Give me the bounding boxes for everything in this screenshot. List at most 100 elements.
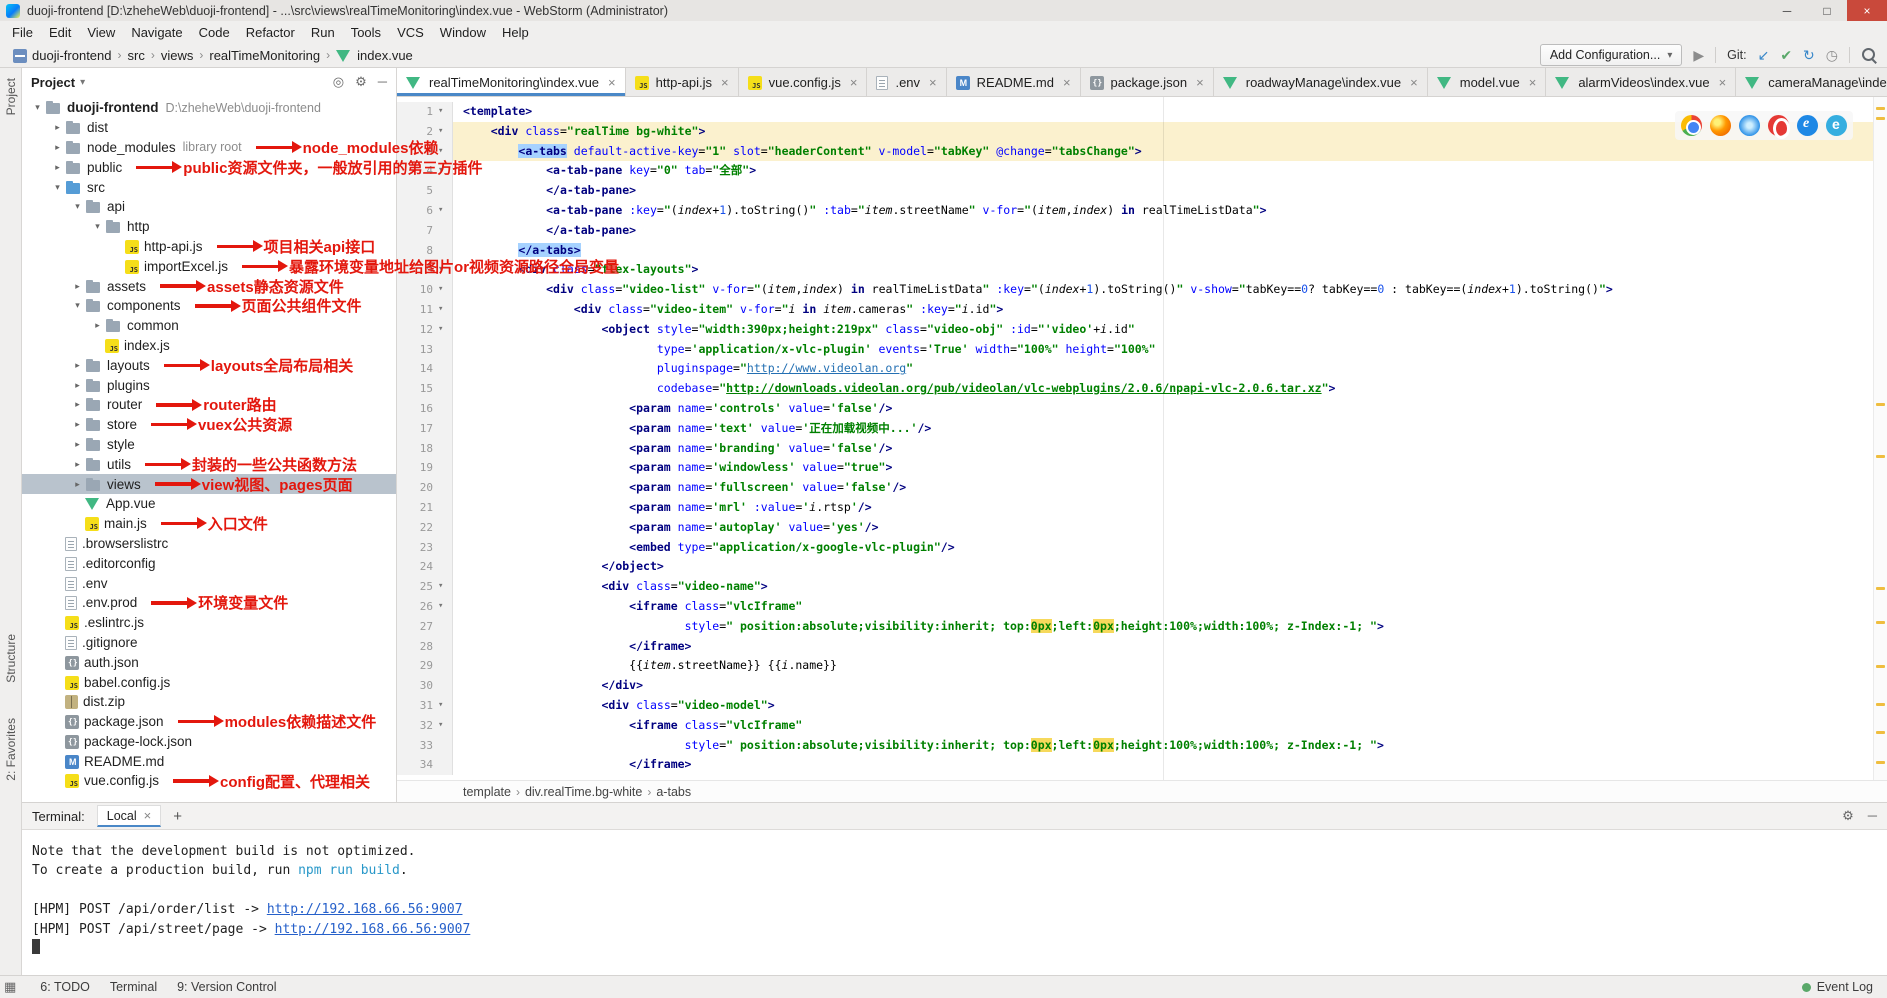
close-icon[interactable]: ×: [608, 75, 616, 90]
tree-item[interactable]: auth.json: [22, 652, 396, 672]
code-line[interactable]: 21 <param name='mrl' :value='i.rtsp'/>: [397, 498, 1887, 518]
status-todo[interactable]: 6: TODO: [40, 980, 90, 994]
tree-item[interactable]: ▸style: [22, 435, 396, 455]
terminal-output[interactable]: Note that the development build is not o…: [22, 830, 1887, 977]
tree-item[interactable]: .env: [22, 573, 396, 593]
tree-item[interactable]: ▸viewsview视图、pages页面: [22, 474, 396, 494]
close-button[interactable]: ×: [1847, 0, 1887, 21]
fold-icon[interactable]: ▾: [438, 716, 452, 736]
close-icon[interactable]: ×: [850, 75, 858, 90]
run-button[interactable]: ▶: [1693, 47, 1704, 64]
code-line[interactable]: 12▾ <object style="width:390px;height:21…: [397, 320, 1887, 340]
code-editor[interactable]: 1▾<template>2▾ <div class="realTime bg-w…: [397, 97, 1887, 780]
tree-item[interactable]: ▸storevuex公共资源: [22, 415, 396, 435]
git-update-button[interactable]: ↙: [1758, 47, 1770, 64]
code-line[interactable]: 23 <embed type="application/x-google-vlc…: [397, 538, 1887, 558]
tree-item[interactable]: main.js入口文件: [22, 514, 396, 534]
code-line[interactable]: 10▾ <div class="video-list" v-for="(item…: [397, 280, 1887, 300]
code-line[interactable]: 27 style=" position:absolute;visibility:…: [397, 617, 1887, 637]
chevron-down-icon[interactable]: ▾: [90, 221, 105, 232]
fold-icon[interactable]: ▾: [438, 320, 452, 340]
tree-item[interactable]: App.vue: [22, 494, 396, 514]
close-icon[interactable]: ×: [1529, 75, 1537, 90]
locate-file-icon[interactable]: ◎: [333, 74, 344, 90]
editor-tab[interactable]: package.json×: [1081, 68, 1214, 96]
code-line[interactable]: 2▾ <div class="realTime bg-white">: [397, 122, 1887, 142]
tree-item[interactable]: dist.zip: [22, 692, 396, 712]
code-line[interactable]: 9▾ <div class="flex-layouts">: [397, 260, 1887, 280]
chevron-right-icon[interactable]: ▸: [70, 419, 85, 430]
menu-view[interactable]: View: [79, 23, 123, 42]
tree-item[interactable]: ▸utils封装的一些公共函数方法: [22, 454, 396, 474]
chevron-right-icon[interactable]: ▸: [70, 399, 85, 410]
status-version-control[interactable]: 9: Version Control: [177, 980, 276, 994]
settings-gear-icon[interactable]: ⚙: [355, 74, 367, 90]
hide-panel-icon[interactable]: ─: [378, 74, 387, 90]
menu-file[interactable]: File: [4, 23, 41, 42]
breadcrumb-item[interactable]: realTimeMonitoring: [206, 47, 323, 64]
terminal-tab-local[interactable]: Local ×: [97, 805, 161, 827]
fold-icon[interactable]: ▾: [438, 280, 452, 300]
menu-edit[interactable]: Edit: [41, 23, 79, 42]
chevron-down-icon[interactable]: ▾: [30, 102, 45, 113]
code-line[interactable]: 7 </a-tab-pane>: [397, 221, 1887, 241]
project-panel-title[interactable]: Project: [31, 75, 75, 90]
fold-icon[interactable]: ▾: [438, 696, 452, 716]
code-breadcrumb[interactable]: template: [461, 785, 513, 799]
code-line[interactable]: 34 </iframe>: [397, 755, 1887, 775]
editor-tab[interactable]: model.vue×: [1428, 68, 1547, 96]
tree-item[interactable]: .eslintrc.js: [22, 613, 396, 633]
code-line[interactable]: 18 <param name='branding' value='false'/…: [397, 439, 1887, 459]
code-breadcrumb[interactable]: div.realTime.bg-white: [523, 785, 644, 799]
chevron-right-icon[interactable]: ▸: [50, 122, 65, 133]
code-line[interactable]: 30 </div>: [397, 676, 1887, 696]
tree-item[interactable]: ▸dist: [22, 118, 396, 138]
editor-area[interactable]: 1▾<template>2▾ <div class="realTime bg-w…: [397, 97, 1887, 780]
tree-item[interactable]: .env.prod环境变量文件: [22, 593, 396, 613]
menu-vcs[interactable]: VCS: [389, 23, 432, 42]
status-terminal[interactable]: Terminal: [110, 980, 157, 994]
code-line[interactable]: 6▾ <a-tab-pane :key="(index+1).toString(…: [397, 201, 1887, 221]
chevron-right-icon[interactable]: ▸: [70, 479, 85, 490]
fold-icon[interactable]: ▾: [438, 201, 452, 221]
close-icon[interactable]: ×: [721, 75, 729, 90]
new-terminal-button[interactable]: +: [173, 808, 182, 825]
close-icon[interactable]: ×: [929, 75, 937, 90]
edge-browser-icon[interactable]: [1826, 115, 1847, 136]
menu-help[interactable]: Help: [494, 23, 537, 42]
editor-tab[interactable]: README.md×: [947, 68, 1081, 96]
status-event-log[interactable]: Event Log: [1802, 980, 1873, 994]
safari-browser-icon[interactable]: [1739, 115, 1760, 136]
close-icon[interactable]: ×: [1410, 75, 1418, 90]
tree-item[interactable]: importExcel.js暴露环境变量地址给图片or视频资源路径全局变量: [22, 256, 396, 276]
editor-tab[interactable]: cameraManage\index.vue×: [1736, 68, 1887, 96]
code-line[interactable]: 33 style=" position:absolute;visibility:…: [397, 736, 1887, 756]
menu-refactor[interactable]: Refactor: [238, 23, 303, 42]
tree-item[interactable]: ▸common: [22, 316, 396, 336]
chevron-right-icon[interactable]: ▸: [50, 162, 65, 173]
close-icon[interactable]: ×: [1063, 75, 1071, 90]
maximize-button[interactable]: □: [1807, 0, 1847, 21]
firefox-browser-icon[interactable]: [1710, 115, 1731, 136]
code-line[interactable]: 15 codebase="http://downloads.videolan.o…: [397, 379, 1887, 399]
minimize-button[interactable]: ─: [1767, 0, 1807, 21]
editor-tab[interactable]: alarmVideos\index.vue×: [1546, 68, 1736, 96]
tree-item[interactable]: ▾components页面公共组件文件: [22, 296, 396, 316]
code-line[interactable]: 19 <param name='windowless' value="true"…: [397, 458, 1887, 478]
tree-item[interactable]: ▸layoutslayouts全局布局相关: [22, 355, 396, 375]
breadcrumb-item[interactable]: src: [125, 47, 148, 64]
tree-item[interactable]: ▸plugins: [22, 375, 396, 395]
menu-tools[interactable]: Tools: [343, 23, 389, 42]
tree-item[interactable]: index.js: [22, 336, 396, 356]
menu-code[interactable]: Code: [191, 23, 238, 42]
git-commit-button[interactable]: ✔: [1780, 47, 1792, 64]
menu-run[interactable]: Run: [303, 23, 343, 42]
tree-item[interactable]: ▸node_moduleslibrary rootnode_modules依赖: [22, 138, 396, 158]
chevron-right-icon[interactable]: ▸: [70, 380, 85, 391]
history-button[interactable]: ◷: [1826, 47, 1838, 64]
code-line[interactable]: 29 {{item.streetName}} {{i.name}}: [397, 656, 1887, 676]
chevron-right-icon[interactable]: ▸: [90, 320, 105, 331]
code-line[interactable]: 14 pluginspage="http://www.videolan.org": [397, 359, 1887, 379]
tree-item[interactable]: package-lock.json: [22, 732, 396, 752]
tree-item[interactable]: ▸routerrouter路由: [22, 395, 396, 415]
